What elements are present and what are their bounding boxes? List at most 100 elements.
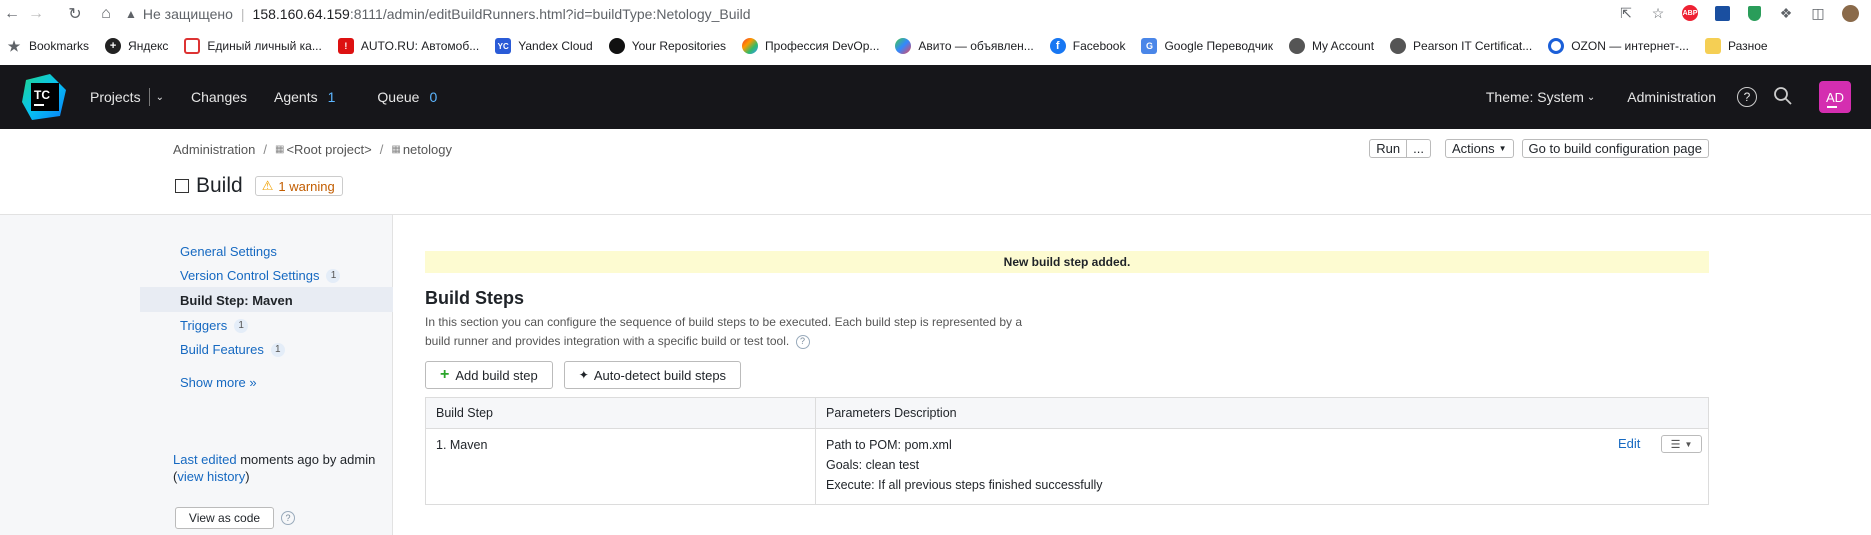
sidebar-item-general-settings[interactable]: General Settings (180, 244, 277, 259)
bookmark-item[interactable]: f Facebook (1049, 38, 1125, 54)
nav-projects[interactable]: Projects ⌄ (90, 88, 164, 106)
bookmark-item[interactable]: My Account (1289, 38, 1374, 54)
warning-icon: ⚠ (261, 178, 274, 193)
bookmark-item[interactable]: Разное (1704, 38, 1768, 54)
bookmarks-bar: ★ Bookmarks + Яндекс Единый личный ка... !… (0, 33, 1871, 59)
nav-queue[interactable]: Queue 0 (377, 89, 437, 105)
bookmark-item[interactable]: G Google Переводчик (1141, 38, 1273, 54)
help-icon[interactable]: ? (1737, 87, 1757, 107)
nav-agents[interactable]: Agents 1 (274, 89, 335, 105)
edit-step-link[interactable]: Edit (1618, 436, 1640, 451)
share-icon[interactable]: ⇱ (1615, 2, 1637, 24)
chevron-down-icon[interactable]: ⌄ (156, 92, 164, 103)
profile-icon[interactable] (1839, 2, 1861, 24)
star-icon: ★ (7, 37, 21, 54)
goto-build-config-button[interactable]: Go to build configuration page (1521, 139, 1709, 158)
page-title-text: Build (196, 174, 243, 197)
ozon-icon (1548, 38, 1565, 54)
sidebar-item-build-features[interactable]: Build Features 1 (180, 342, 285, 357)
bookmark-item[interactable]: + Яндекс (105, 38, 168, 54)
bookmark-item[interactable]: Авито — объявлен... (895, 38, 1034, 54)
chevron-down-icon: ⌄ (1586, 91, 1596, 103)
breadcrumb-administration[interactable]: Administration (173, 142, 255, 157)
warning-badge[interactable]: ⚠ 1 warning (254, 176, 343, 196)
add-build-step-button[interactable]: + Add build step (425, 361, 553, 389)
main-nav: Projects ⌄ Changes Agents 1 Queue 0 (90, 65, 464, 129)
bookmark-ext-icon[interactable] (1711, 2, 1733, 24)
help-icon[interactable]: ? (281, 511, 295, 525)
extensions-icon[interactable]: ❖ (1775, 2, 1797, 24)
breadcrumb-separator: / (379, 142, 384, 157)
bookmark-item[interactable]: Your Repositories (608, 38, 726, 54)
browser-actions: ⇱ ☆ ABP ❖ ◫ (1615, 2, 1871, 24)
auto-icon: ! (337, 38, 354, 54)
count-badge: 1 (326, 268, 341, 283)
back-icon[interactable]: ← (0, 2, 24, 26)
facebook-icon: f (1049, 38, 1066, 54)
svg-text:TC: TC (34, 88, 50, 102)
translate-icon: G (1141, 38, 1158, 54)
actions-button[interactable]: Actions ▼ (1444, 139, 1514, 158)
plus-icon: + (105, 38, 122, 54)
yc-icon: YC (495, 38, 512, 54)
avito-icon (895, 38, 912, 54)
breadcrumb: Administration / ▦ <Root project> / ▦ ne… (173, 142, 452, 157)
step-menu-button[interactable]: ☰ ▼ (1661, 435, 1702, 453)
project-icon: ▦ (391, 144, 401, 155)
home-icon[interactable]: ⌂ (94, 2, 118, 26)
star-icon[interactable]: ☆ (1647, 2, 1669, 24)
table-row[interactable]: 1. Maven Path to POM: pom.xml Goals: cle… (425, 428, 1709, 505)
top-actions: Run ... Actions ▼ Go to build configurat… (1369, 139, 1709, 158)
app-header: TC Projects ⌄ Changes Agents 1 Queue 0 The… (0, 65, 1871, 129)
view-as-code-button[interactable]: View as code (175, 507, 274, 529)
nav-divider (148, 88, 150, 106)
help-icon[interactable]: ? (795, 334, 810, 349)
bookmark-item[interactable]: Pearson IT Certificat... (1390, 38, 1532, 54)
theme-selector[interactable]: Theme: System ⌄ (1486, 89, 1595, 105)
header-right: Theme: System ⌄ Administration ? AD (1486, 65, 1851, 129)
reload-icon[interactable]: ↻ (63, 2, 87, 26)
search-icon[interactable] (1773, 86, 1793, 109)
section-heading: Build Steps (425, 288, 525, 308)
count-badge: 1 (234, 318, 249, 333)
step-name[interactable]: 1. Maven (425, 428, 816, 505)
bookmark-item[interactable]: Единый личный ка... (184, 38, 322, 54)
breadcrumb-root[interactable]: <Root project> (286, 142, 371, 157)
shield-icon[interactable] (1743, 2, 1765, 24)
teamcity-logo-icon[interactable]: TC (20, 72, 70, 122)
nav-changes[interactable]: Changes (191, 89, 247, 105)
auto-detect-button[interactable]: ✦ Auto-detect build steps (563, 361, 742, 389)
sidebar-item-triggers[interactable]: Triggers 1 (180, 318, 249, 333)
view-history-link[interactable]: view history (177, 469, 245, 484)
adblock-icon[interactable]: ABP (1679, 2, 1701, 24)
sidepanel-icon[interactable]: ◫ (1807, 2, 1829, 24)
section-description: In this section you can configure the se… (425, 315, 1023, 349)
pearson-icon (1390, 38, 1407, 54)
chat-icon (184, 38, 201, 54)
sidebar-item-build-step[interactable]: Build Step: Maven (180, 293, 293, 308)
bookmark-item[interactable]: ★ Bookmarks (6, 38, 89, 54)
forward-icon[interactable]: → (24, 2, 48, 26)
nav-administration[interactable]: Administration (1627, 89, 1716, 105)
caret-down-icon: ▼ (1498, 144, 1507, 153)
breadcrumb-separator: / (263, 142, 267, 157)
bookmark-item[interactable]: YC Yandex Cloud (495, 38, 593, 54)
dots-icon (742, 38, 759, 54)
agents-count: 1 (327, 89, 336, 105)
run-button[interactable]: Run (1369, 139, 1408, 158)
plus-icon: + (440, 366, 450, 383)
breadcrumb-project[interactable]: netology (403, 142, 452, 157)
bookmark-item[interactable]: Профессия DevOp... (742, 38, 879, 54)
last-edited-link[interactable]: Last edited (173, 452, 237, 467)
bookmark-item[interactable]: OZON — интернет-... (1548, 38, 1689, 54)
show-more-link[interactable]: Show more » (180, 375, 257, 390)
run-options-button[interactable]: ... (1407, 139, 1431, 158)
account-icon (1289, 38, 1306, 54)
run-button-group: Run ... (1369, 139, 1431, 158)
project-icon: ▦ (275, 144, 285, 155)
security-text: Не защищено (142, 6, 233, 22)
address-bar[interactable]: ▲ Не защищено | 158.160.64.159:8111/admi… (125, 3, 1655, 25)
avatar[interactable]: AD (1819, 81, 1851, 113)
bookmark-item[interactable]: ! AUTO.RU: Автомоб... (337, 38, 479, 54)
sidebar-item-vcs-settings[interactable]: Version Control Settings 1 (180, 268, 341, 283)
